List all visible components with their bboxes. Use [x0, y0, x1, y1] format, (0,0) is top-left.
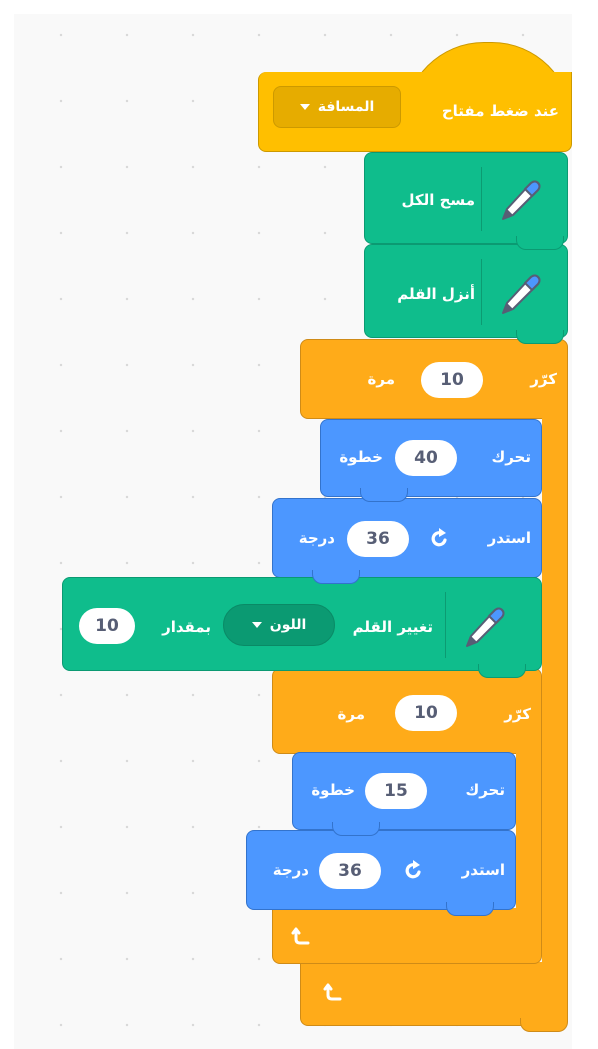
caret-down-icon [299, 104, 310, 110]
key-dropdown-value: المسافة [317, 99, 375, 115]
pen-icon [502, 274, 541, 314]
turn-label: استدر [487, 529, 532, 547]
inner-move-steps-input[interactable]: 15 [365, 773, 427, 809]
block-notch [332, 822, 380, 836]
block-notch [516, 330, 564, 344]
when-key-pressed-block[interactable]: عند ضغط مفتاح المسافة [258, 72, 572, 152]
loop-arrow-icon [291, 927, 310, 945]
inner-repeat-block-outer[interactable]: كرّر 10 مرة [272, 668, 542, 754]
repeat-times-label: مرة [367, 370, 396, 388]
rotate-right-icon [431, 528, 447, 547]
change-pen-label: تغيير القلم [352, 618, 434, 636]
pen-icon [466, 607, 505, 647]
move-steps-unit: خطوة [339, 448, 383, 466]
pen-param-value: اللون [269, 617, 307, 633]
divider [481, 259, 482, 325]
pen-clear-label: مسح الكل [401, 191, 476, 209]
move-label: تحرك [491, 448, 531, 466]
when-key-pressed-label: عند ضغط مفتاح [441, 102, 560, 120]
block-notch [360, 488, 408, 502]
turn-degrees-input[interactable]: 36 [347, 521, 409, 557]
block-notch [478, 664, 526, 678]
canvas-top-edge [0, 0, 598, 14]
block-notch [312, 570, 360, 584]
caret-down-icon [251, 622, 262, 628]
inner-repeat-times-label: مرة [337, 705, 366, 723]
block-notch [516, 236, 564, 250]
change-pen-block[interactable]: تغيير القلم اللون بمقدار 10 [62, 577, 542, 671]
block-notch [446, 902, 494, 916]
canvas-right-edge [572, 0, 598, 1049]
pen-down-block[interactable]: أنزل القلم [364, 244, 568, 338]
rotate-right-icon [405, 860, 421, 879]
canvas-left-edge [0, 0, 14, 1049]
inner-repeat-label: كرّر [504, 705, 531, 723]
pen-param-dropdown[interactable]: اللون [223, 604, 335, 646]
pen-amount-input[interactable]: 10 [79, 608, 135, 644]
inner-repeat-count-input[interactable]: 10 [395, 695, 457, 731]
turn-right-block[interactable]: استدر 36 درجة [272, 498, 542, 578]
pen-icon [502, 180, 541, 220]
key-dropdown[interactable]: المسافة [273, 86, 401, 128]
inner-turn-label: استدر [461, 861, 506, 879]
repeat-block-arm[interactable] [542, 410, 568, 1010]
inner-repeat-block-arm[interactable] [516, 750, 542, 920]
inner-turn-degrees-input[interactable]: 36 [319, 853, 381, 889]
inner-repeat-block-bottom[interactable] [272, 908, 542, 964]
pen-clear-block[interactable]: مسح الكل [364, 152, 568, 244]
divider [481, 167, 482, 231]
pen-down-label: أنزل القلم [397, 285, 475, 303]
inner-move-label: تحرك [465, 781, 505, 799]
move-steps-block[interactable]: تحرك 40 خطوة [320, 419, 542, 497]
inner-move-steps-unit: خطوة [311, 781, 355, 799]
inner-turn-degrees-unit: درجة [272, 861, 310, 879]
move-steps-input[interactable]: 40 [395, 440, 457, 476]
turn-degrees-unit: درجة [298, 529, 336, 547]
inner-move-steps-block[interactable]: تحرك 15 خطوة [292, 752, 516, 830]
by-amount-label: بمقدار [162, 618, 211, 636]
repeat-block-outer[interactable]: كرّر 10 مرة [300, 339, 568, 419]
repeat-count-input[interactable]: 10 [421, 362, 483, 398]
repeat-block-bottom[interactable] [300, 962, 568, 1026]
block-notch [520, 1018, 568, 1032]
loop-arrow-icon [323, 983, 342, 1001]
inner-turn-right-block[interactable]: استدر 36 درجة [246, 830, 516, 910]
divider [445, 592, 446, 658]
repeat-label: كرّر [530, 370, 557, 388]
